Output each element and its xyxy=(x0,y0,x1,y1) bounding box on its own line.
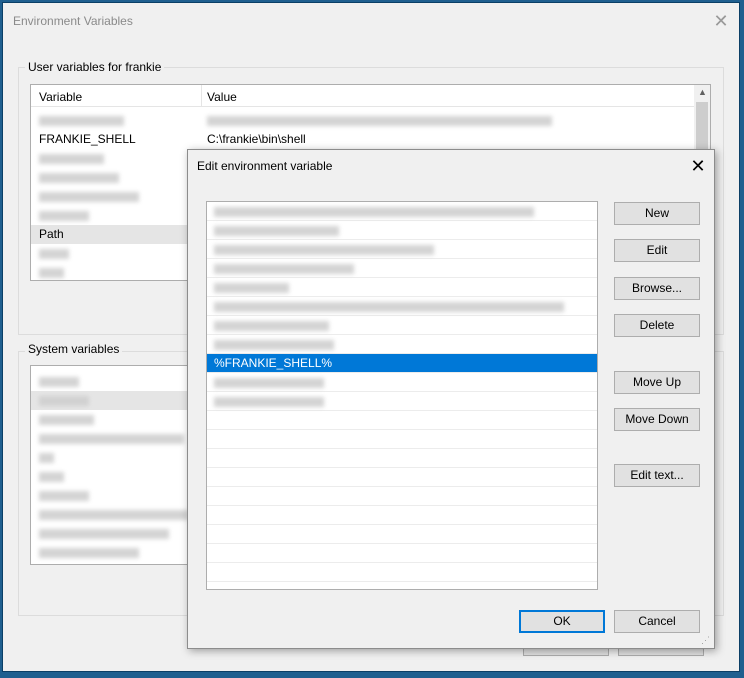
cancel-button[interactable]: Cancel xyxy=(614,610,700,633)
list-item[interactable] xyxy=(39,524,169,543)
list-item[interactable] xyxy=(39,543,139,562)
move-down-button[interactable]: Move Down xyxy=(614,408,700,431)
resize-grip-icon[interactable]: ⋰ xyxy=(701,636,710,645)
list-item[interactable] xyxy=(39,486,89,505)
scroll-up-icon[interactable]: ▲ xyxy=(698,87,707,97)
redacted-text xyxy=(214,244,434,255)
system-variables-label: System variables xyxy=(25,342,123,356)
list-item[interactable] xyxy=(39,391,89,410)
path-entry-empty[interactable] xyxy=(207,563,597,582)
redacted-text xyxy=(214,282,289,293)
user-variables-label: User variables for frankie xyxy=(25,60,165,74)
column-header-variable[interactable]: Variable xyxy=(39,90,82,104)
ok-button[interactable]: OK xyxy=(519,610,605,633)
list-item[interactable] xyxy=(39,111,124,130)
browse-button[interactable]: Browse... xyxy=(614,277,700,300)
path-entry-empty[interactable] xyxy=(207,468,597,487)
path-entry[interactable] xyxy=(207,202,597,221)
new-button[interactable]: New xyxy=(614,202,700,225)
redacted-text xyxy=(214,339,334,350)
list-item[interactable] xyxy=(39,410,94,429)
list-item[interactable] xyxy=(39,187,139,206)
list-item[interactable] xyxy=(39,372,79,391)
path-entry[interactable] xyxy=(207,335,597,354)
path-entry-empty[interactable] xyxy=(207,544,597,563)
path-entry-empty[interactable] xyxy=(207,525,597,544)
path-entry-empty[interactable] xyxy=(207,449,597,468)
path-entry[interactable] xyxy=(207,240,597,259)
list-item-path[interactable]: Path xyxy=(39,225,64,244)
delete-button[interactable]: Delete xyxy=(614,314,700,337)
column-header-value[interactable]: Value xyxy=(207,90,237,104)
path-entry-selected[interactable]: %FRANKIE_SHELL% xyxy=(207,354,597,373)
dialog-close-icon[interactable]: ✕ xyxy=(684,152,712,180)
path-entry-empty[interactable] xyxy=(207,430,597,449)
path-entry[interactable] xyxy=(207,373,597,392)
list-header: Variable Value xyxy=(31,85,694,107)
redacted-text xyxy=(214,320,329,331)
path-entry-empty[interactable] xyxy=(207,506,597,525)
path-entry-text: %FRANKIE_SHELL% xyxy=(214,356,333,370)
column-divider xyxy=(201,85,202,107)
list-item-frankie-shell[interactable]: FRANKIE_SHELL xyxy=(39,130,136,149)
path-entry-empty[interactable] xyxy=(207,411,597,430)
list-item[interactable] xyxy=(39,206,89,225)
list-item[interactable] xyxy=(39,505,189,524)
path-entry-empty[interactable] xyxy=(207,487,597,506)
redacted-text xyxy=(214,206,534,217)
redacted-text xyxy=(214,263,354,274)
path-entry[interactable] xyxy=(207,221,597,240)
path-entry[interactable] xyxy=(207,259,597,278)
path-entry[interactable] xyxy=(207,316,597,335)
redacted-text xyxy=(214,396,324,407)
edit-button[interactable]: Edit xyxy=(614,239,700,262)
list-item[interactable] xyxy=(39,429,184,448)
path-entry[interactable] xyxy=(207,392,597,411)
list-item[interactable] xyxy=(39,244,69,263)
window-title: Environment Variables xyxy=(13,14,133,28)
list-item[interactable] xyxy=(39,168,119,187)
path-entry[interactable] xyxy=(207,297,597,316)
dialog-title: Edit environment variable xyxy=(197,159,333,173)
redacted-text xyxy=(214,377,324,388)
path-entries-list[interactable]: %FRANKIE_SHELL% xyxy=(206,201,598,590)
list-item[interactable] xyxy=(39,467,64,486)
list-item[interactable] xyxy=(39,149,104,168)
list-item-frankie-shell-value: C:\frankie\bin\shell xyxy=(207,132,306,146)
edit-environment-variable-dialog: Edit environment variable ✕ %FRANKIE_SHE… xyxy=(187,149,715,649)
list-item-value xyxy=(207,111,552,130)
list-item[interactable] xyxy=(39,263,64,280)
move-up-button[interactable]: Move Up xyxy=(614,371,700,394)
edit-text-button[interactable]: Edit text... xyxy=(614,464,700,487)
path-entry[interactable] xyxy=(207,278,597,297)
list-item[interactable] xyxy=(39,448,54,467)
redacted-text xyxy=(214,225,339,236)
redacted-text xyxy=(214,301,564,312)
close-icon[interactable]: ✕ xyxy=(707,7,735,35)
